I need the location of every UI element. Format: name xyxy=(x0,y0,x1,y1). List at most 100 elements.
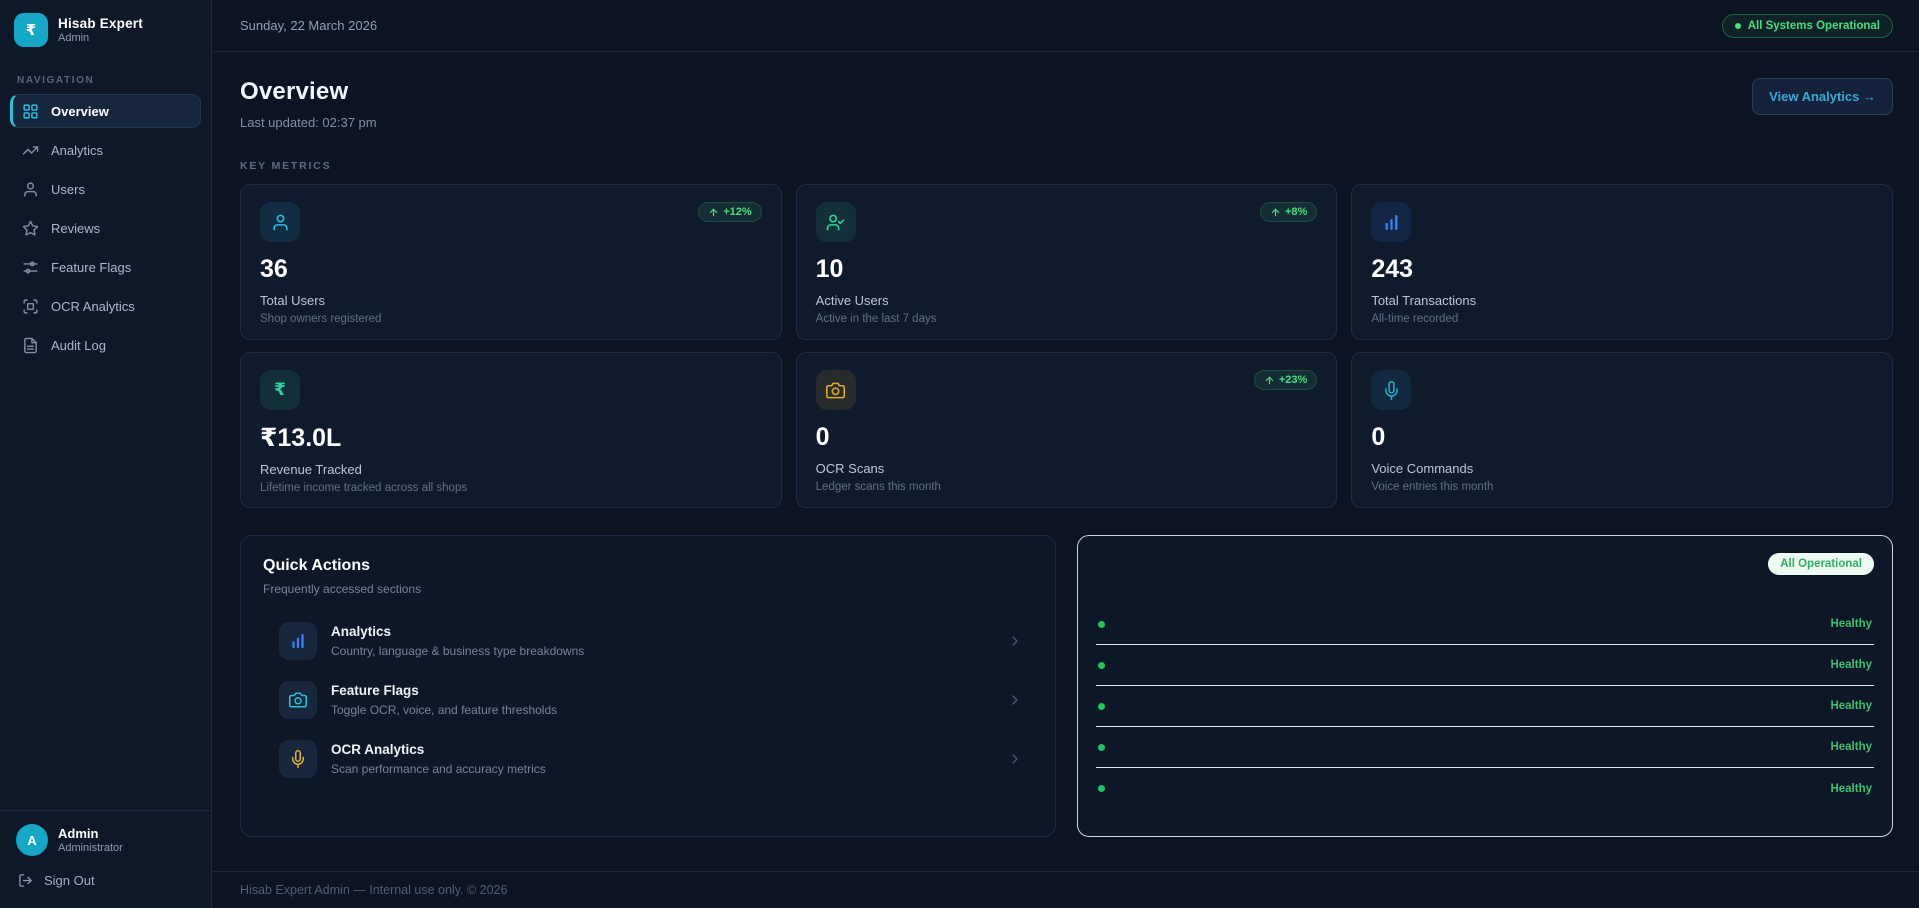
quick-action-description: Country, language & business type breakd… xyxy=(331,644,584,658)
status-value: Healthy xyxy=(1830,659,1872,671)
quick-actions-panel: Quick Actions Frequently accessed sectio… xyxy=(240,535,1056,837)
metric-sublabel: Active in the last 7 days xyxy=(816,313,1318,325)
quick-action-feature-flags[interactable]: Feature Flags Toggle OCR, voice, and fea… xyxy=(263,677,1033,723)
trend-badge: +12% xyxy=(698,202,761,222)
page-content: Overview Last updated: 02:37 pm View Ana… xyxy=(212,52,1919,871)
status-row: Healthy xyxy=(1096,604,1874,645)
rupee-logo-icon: ₹ xyxy=(14,13,48,47)
user-icon xyxy=(22,181,39,198)
app-logo: ₹ Hisab Expert Admin xyxy=(0,0,211,59)
sidebar-item-label: Analytics xyxy=(51,143,103,158)
sidebar-item-feature-flags[interactable]: Feature Flags xyxy=(10,250,201,284)
metric-sublabel: All-time recorded xyxy=(1371,313,1873,325)
sidebar-item-ocr-analytics[interactable]: OCR Analytics xyxy=(10,289,201,323)
trend-value: +8% xyxy=(1285,206,1307,218)
sidebar-item-overview[interactable]: Overview xyxy=(10,94,201,128)
health-dot-icon xyxy=(1098,621,1105,628)
sidebar-item-users[interactable]: Users xyxy=(10,172,201,206)
metric-card-total-transactions: 243 Total Transactions All-time recorded xyxy=(1351,184,1893,340)
sign-out-button[interactable]: Sign Out xyxy=(16,856,195,898)
metric-sublabel: Shop owners registered xyxy=(260,313,762,325)
metric-value: 10 xyxy=(816,255,1318,284)
trend-badge: +8% xyxy=(1260,202,1317,222)
mic-icon xyxy=(1371,370,1411,410)
user-icon xyxy=(260,202,300,242)
health-dot-icon xyxy=(1098,744,1105,751)
systems-status-label: All Systems Operational xyxy=(1748,20,1880,32)
key-metrics-label: KEY METRICS xyxy=(240,160,1893,172)
sidebar-item-label: Audit Log xyxy=(51,338,106,353)
quick-action-ocr-analytics[interactable]: OCR Analytics Scan performance and accur… xyxy=(263,736,1033,782)
sidebar-item-label: Overview xyxy=(51,104,109,119)
file-text-icon xyxy=(22,337,39,354)
trending-up-icon xyxy=(22,142,39,159)
nav-section-label: NAVIGATION xyxy=(17,75,211,86)
metric-value: ₹13.0L xyxy=(260,423,762,453)
metric-value: 243 xyxy=(1371,255,1873,284)
health-dot-icon xyxy=(1098,662,1105,669)
health-dot-icon xyxy=(1098,785,1105,792)
arrow-up-icon xyxy=(1264,375,1275,386)
sign-out-label: Sign Out xyxy=(44,873,95,888)
sidebar-footer: A Admin Administrator Sign Out xyxy=(0,810,211,908)
metric-label: OCR Scans xyxy=(816,461,1318,476)
status-value: Healthy xyxy=(1830,700,1872,712)
status-row: Healthy xyxy=(1096,768,1874,809)
quick-action-analytics[interactable]: Analytics Country, language & business t… xyxy=(263,618,1033,664)
bottom-panels: Quick Actions Frequently accessed sectio… xyxy=(240,535,1893,837)
sidebar-item-reviews[interactable]: Reviews xyxy=(10,211,201,245)
mic-icon xyxy=(279,740,317,778)
scan-icon xyxy=(22,298,39,315)
quick-actions-title: Quick Actions xyxy=(263,557,1033,575)
sidebar-nav: Overview Analytics Users Reviews Feature… xyxy=(0,94,211,362)
user-role: Administrator xyxy=(58,842,123,854)
page-title: Overview xyxy=(240,78,377,106)
page-header: Overview Last updated: 02:37 pm View Ana… xyxy=(240,78,1893,130)
sidebar: ₹ Hisab Expert Admin NAVIGATION Overview… xyxy=(0,0,212,908)
status-row: Healthy xyxy=(1096,686,1874,727)
camera-icon xyxy=(816,370,856,410)
quick-actions-list: Analytics Country, language & business t… xyxy=(263,618,1033,782)
status-row: Healthy xyxy=(1096,645,1874,686)
status-dot-icon xyxy=(1735,23,1741,29)
page-footer: Hisab Expert Admin — Internal use only. … xyxy=(212,871,1919,908)
current-date: Sunday, 22 March 2026 xyxy=(240,18,377,33)
trend-value: +23% xyxy=(1279,374,1307,386)
star-icon xyxy=(22,220,39,237)
system-status-panel: All Operational Healthy Healthy Healthy … xyxy=(1077,535,1893,837)
app-subtitle: Admin xyxy=(58,32,143,44)
metric-card-ocr-scans: +23% 0 OCR Scans Ledger scans this month xyxy=(796,352,1338,508)
chevron-right-icon xyxy=(1007,692,1023,708)
app-title: Hisab Expert xyxy=(58,16,143,32)
metric-value: 36 xyxy=(260,255,762,284)
sidebar-item-label: Reviews xyxy=(51,221,100,236)
bar-chart-icon xyxy=(279,622,317,660)
arrow-up-icon xyxy=(708,207,719,218)
metric-label: Total Users xyxy=(260,293,762,308)
camera-icon xyxy=(279,681,317,719)
trend-badge: +23% xyxy=(1254,370,1317,390)
metric-card-revenue-tracked: ₹ ₹13.0L Revenue Tracked Lifetime income… xyxy=(240,352,782,508)
metric-label: Active Users xyxy=(816,293,1318,308)
view-analytics-button[interactable]: View Analytics → xyxy=(1752,78,1893,115)
sidebar-item-label: Feature Flags xyxy=(51,260,131,275)
metric-card-voice-commands: 0 Voice Commands Voice entries this mont… xyxy=(1351,352,1893,508)
footer-text: Hisab Expert Admin — Internal use only. … xyxy=(240,883,507,897)
status-value: Healthy xyxy=(1830,783,1872,795)
quick-action-description: Scan performance and accuracy metrics xyxy=(331,762,546,776)
all-operational-badge: All Operational xyxy=(1768,553,1874,575)
system-status-list: Healthy Healthy Healthy Healthy Healthy xyxy=(1096,604,1874,809)
rupee-icon: ₹ xyxy=(260,370,300,410)
bar-chart-icon xyxy=(1371,202,1411,242)
user-name: Admin xyxy=(58,826,123,842)
main-area: Sunday, 22 March 2026 All Systems Operat… xyxy=(212,0,1919,908)
sidebar-item-audit-log[interactable]: Audit Log xyxy=(10,328,201,362)
trend-value: +12% xyxy=(723,206,751,218)
status-row: Healthy xyxy=(1096,727,1874,768)
quick-action-label: OCR Analytics xyxy=(331,742,546,757)
health-dot-icon xyxy=(1098,703,1105,710)
sidebar-item-analytics[interactable]: Analytics xyxy=(10,133,201,167)
arrow-up-icon xyxy=(1270,207,1281,218)
metric-label: Voice Commands xyxy=(1371,461,1873,476)
chevron-right-icon xyxy=(1007,633,1023,649)
